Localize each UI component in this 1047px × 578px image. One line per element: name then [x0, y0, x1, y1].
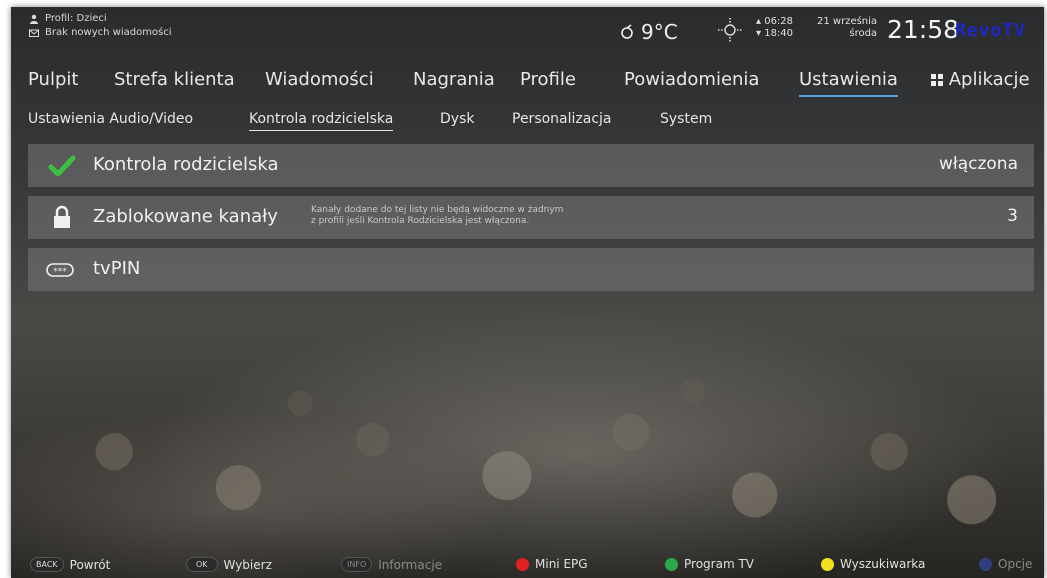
hint-red[interactable]: Mini EPG: [516, 557, 588, 571]
back-key: BACK: [30, 557, 64, 572]
messages-text: Brak nowych wiadomości: [45, 27, 172, 38]
blue-button-icon: [979, 557, 992, 571]
hint-yellow[interactable]: Wyszukiwarka: [821, 557, 925, 571]
user-icon: [30, 14, 38, 24]
sunset-time: 18:40: [764, 28, 794, 39]
envelope-icon: [29, 29, 39, 37]
hint-ok[interactable]: OK Wybierz: [186, 557, 272, 572]
tab-system[interactable]: System: [660, 111, 712, 127]
hint-blue: Opcje: [979, 557, 1032, 571]
date-day: 21 września: [817, 16, 878, 27]
nav-aplikacje-label: Aplikacje: [948, 69, 1030, 90]
hint-back-label: Powrót: [69, 557, 111, 572]
profile-indicator: Profil: Dzieci: [29, 13, 107, 24]
nav-strefa-klienta[interactable]: Strefa klienta: [114, 69, 235, 90]
tab-dysk[interactable]: Dysk: [440, 111, 474, 127]
sunrise-time: 06:28: [764, 16, 794, 27]
tab-kontrola-rodzicielska[interactable]: Kontrola rodzicielska: [249, 111, 394, 131]
tab-personalizacja[interactable]: Personalizacja: [512, 111, 612, 127]
hint-green[interactable]: Program TV: [665, 557, 754, 571]
nav-pulpit[interactable]: Pulpit: [28, 69, 78, 90]
clock: 21:58: [887, 15, 960, 44]
red-button-icon: [516, 557, 529, 571]
bottom-hints: BACK Powrót OK Wybierz INFO Informacje M…: [11, 548, 1044, 578]
weather: 9°C: [619, 20, 678, 44]
yellow-button-icon: [821, 557, 834, 571]
description-line-1: Kanały dodane do tej listy nie będą wido…: [311, 205, 564, 215]
revotv-logo: RevoTV: [955, 20, 1027, 41]
sub-navigation: Ustawienia Audio/Video Kontrola rodzicie…: [11, 107, 1044, 133]
hint-back[interactable]: BACK Powrót: [30, 557, 110, 572]
row-description: Kanały dodane do tej listy nie będą wido…: [311, 205, 563, 227]
sun-times: ▴ 06:28 ▾ 18:40: [756, 16, 794, 39]
tv-screen: Profil: Dzieci Brak nowych wiadomości 9°…: [11, 7, 1044, 578]
background-image: [11, 307, 1044, 548]
green-button-icon: [665, 557, 678, 571]
row-value: włączona: [938, 154, 1018, 174]
nav-aplikacje[interactable]: Aplikacje: [931, 69, 1030, 90]
blocked-channels-row[interactable]: Zablokowane kanały Kanały dodane do tej …: [28, 196, 1034, 239]
profile-name: Profil: Dzieci: [45, 13, 107, 24]
hint-blue-label: Opcje: [998, 557, 1033, 571]
hint-green-label: Program TV: [684, 557, 754, 571]
row-label: tvPIN: [93, 258, 141, 279]
hint-ok-label: Wybierz: [223, 557, 272, 572]
weather-icon: [621, 24, 633, 39]
hint-red-label: Mini EPG: [535, 557, 588, 571]
temperature: 9°C: [641, 20, 678, 44]
date: 21 września środa: [817, 16, 877, 40]
status-bar: Profil: Dzieci Brak nowych wiadomości 9°…: [11, 7, 1044, 57]
lock-icon: [54, 205, 70, 228]
parental-control-row[interactable]: Kontrola rodzicielska włączona: [28, 144, 1034, 187]
row-label: Kontrola rodzicielska: [93, 154, 279, 175]
ok-key: OK: [186, 557, 218, 572]
nav-powiadomienia[interactable]: Powiadomienia: [624, 69, 759, 90]
row-label: Zablokowane kanały: [93, 206, 278, 227]
hint-info-label: Informacje: [378, 557, 443, 572]
apps-grid-icon: [931, 74, 943, 86]
nav-profile[interactable]: Profile: [520, 69, 576, 90]
pin-glyph: ***: [53, 267, 67, 277]
tvpin-row[interactable]: *** tvPIN: [28, 248, 1034, 291]
sun-icon: [718, 18, 742, 42]
nav-ustawienia[interactable]: Ustawienia: [799, 69, 898, 97]
main-navigation: Pulpit Strefa klienta Wiadomości Nagrani…: [11, 65, 1044, 97]
hint-info: INFO Informacje: [341, 557, 442, 572]
info-key: INFO: [341, 557, 373, 572]
nav-nagrania[interactable]: Nagrania: [413, 69, 495, 90]
checkmark-icon: [48, 155, 76, 177]
tab-audio-video[interactable]: Ustawienia Audio/Video: [28, 111, 193, 127]
messages-indicator: Brak nowych wiadomości: [29, 27, 172, 38]
row-value: 3: [1007, 206, 1018, 226]
date-weekday: środa: [849, 28, 878, 39]
pin-icon: ***: [46, 263, 74, 277]
nav-wiadomosci[interactable]: Wiadomości: [265, 69, 374, 90]
description-line-2: z profili jeśli Kontrola Rodzicielska je…: [311, 216, 530, 226]
hint-yellow-label: Wyszukiwarka: [840, 557, 926, 571]
